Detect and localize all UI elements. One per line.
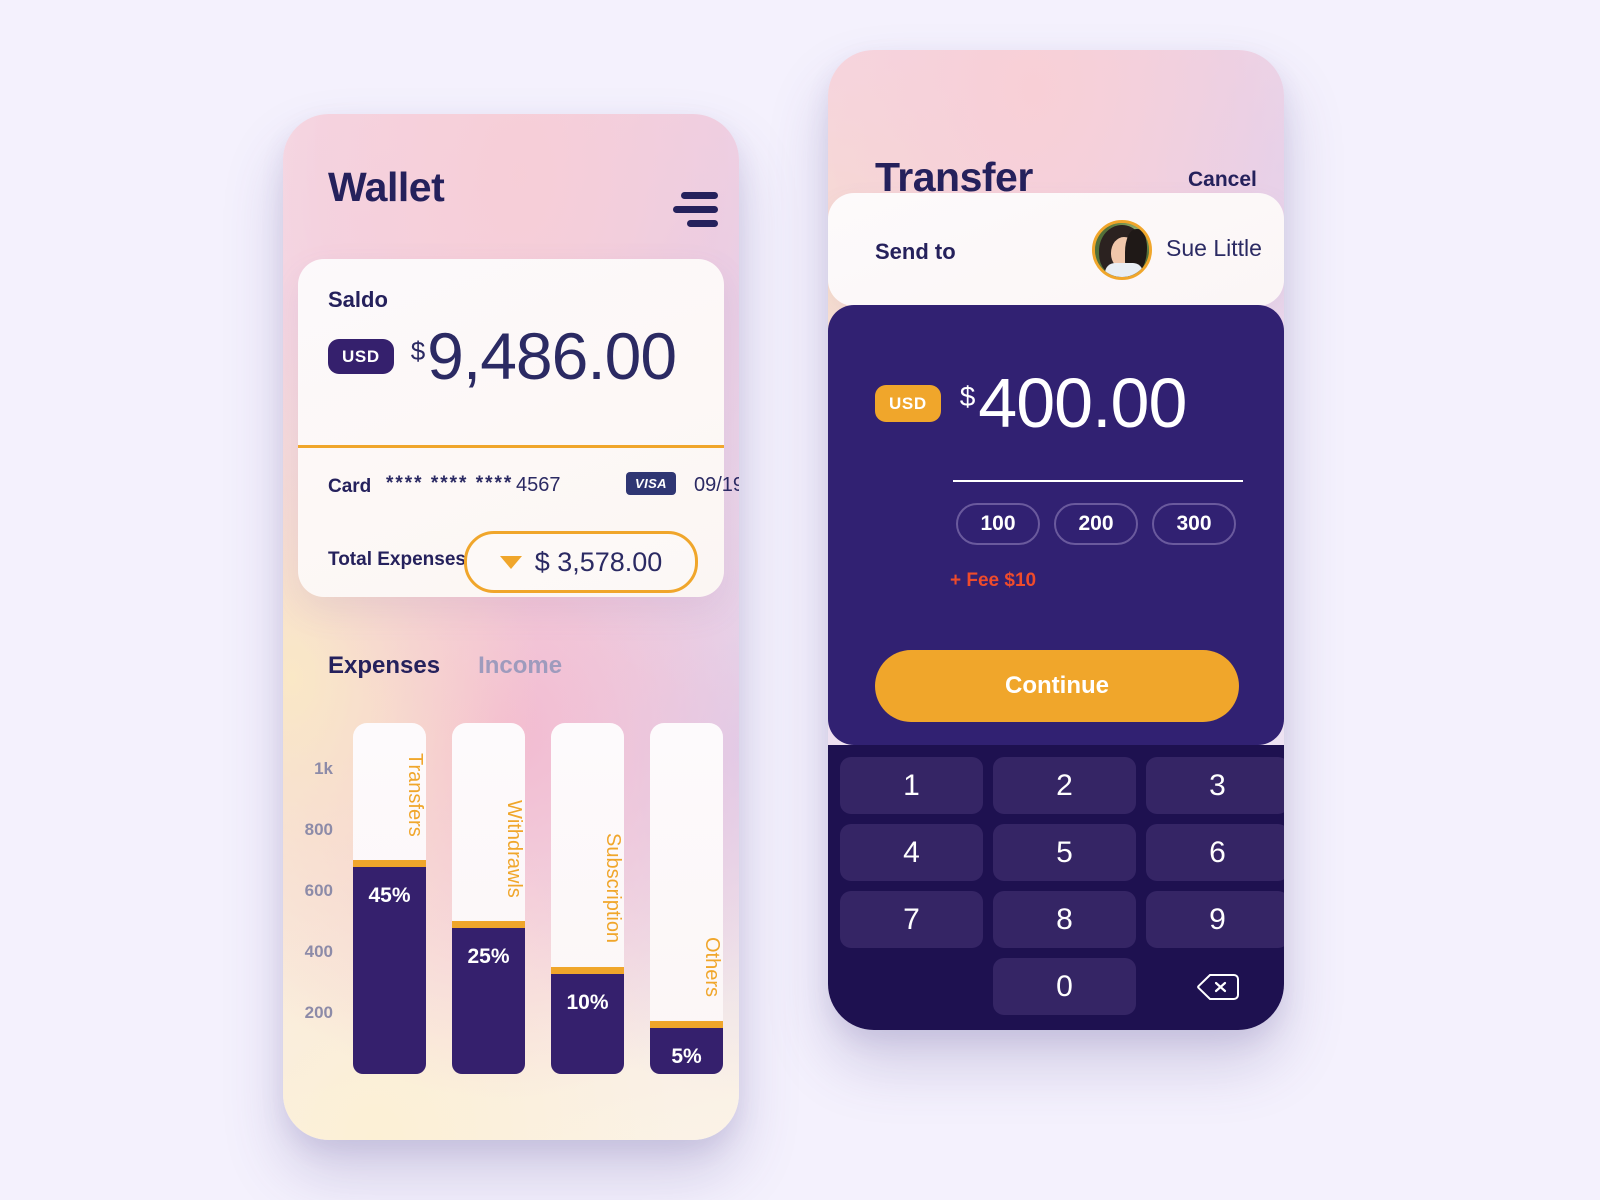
balance-value: 9,486.00 — [427, 319, 677, 393]
card-label: Card — [328, 476, 372, 497]
quick-amount-300[interactable]: 300 — [1152, 503, 1236, 545]
bar-value-label: 25% — [467, 945, 510, 969]
quick-amount-200[interactable]: 200 — [1054, 503, 1138, 545]
page-title: Wallet — [328, 164, 445, 210]
balance-amount: $ 9,486.00 — [410, 319, 677, 393]
keypad-key-2[interactable]: 2 — [993, 757, 1136, 814]
bar-category-label: Subscription — [602, 833, 624, 944]
recipient-name: Sue Little — [1166, 235, 1262, 261]
bar-category-label: Transfers — [404, 752, 426, 837]
keypad-key-1[interactable]: 1 — [840, 757, 983, 814]
backspace-icon — [1196, 973, 1239, 1000]
card-expiry: 09/19 — [694, 474, 739, 496]
send-to-label: Send to — [875, 239, 956, 264]
currency-symbol: $ — [959, 381, 976, 412]
bar-value-label: 45% — [368, 884, 411, 908]
caret-down-icon — [499, 555, 522, 569]
expenses-bar-chart: 1k 800 600 400 200 Transfers 45% Withdrawls 25% S… — [283, 708, 739, 1080]
y-axis-tick: 800 — [304, 819, 333, 839]
hamburger-line-1 — [681, 192, 718, 199]
currency-badge[interactable]: USD — [328, 338, 394, 374]
amount-card: USD $ 400.00 100 200 300 + Fee $10 Conti… — [828, 305, 1284, 745]
keypad-key-3[interactable]: 3 — [1146, 757, 1284, 814]
total-expenses-row: Total Expenses $ 3,578.00 — [328, 531, 700, 593]
keypad-key-4[interactable]: 4 — [840, 824, 983, 881]
amount-value-text: 400.00 — [978, 364, 1187, 442]
total-expenses-label: Total Expenses — [328, 549, 466, 570]
tab-expenses[interactable]: Expenses — [328, 652, 440, 680]
keypad-backspace-button[interactable] — [1146, 958, 1284, 1015]
bar-fill[interactable] — [551, 967, 624, 1074]
wallet-screen: Wallet Saldo USD $ 9,486.00 Card **** **… — [283, 114, 739, 1140]
bar-value-label: 10% — [566, 991, 609, 1015]
currency-symbol: $ — [410, 336, 426, 366]
amount-underline — [953, 480, 1243, 482]
card-number-mask: **** **** **** — [386, 473, 514, 494]
amount-display[interactable]: $ 400.00 — [959, 364, 1188, 442]
keypad-key-7[interactable]: 7 — [840, 891, 983, 948]
y-axis-tick: 1k — [314, 758, 333, 778]
send-to-card[interactable]: Send to Sue Little — [828, 193, 1284, 306]
hamburger-menu-icon[interactable] — [673, 192, 718, 228]
keypad-key-5[interactable]: 5 — [993, 824, 1136, 881]
avatar[interactable] — [1092, 220, 1152, 280]
y-axis-tick: 600 — [304, 880, 333, 900]
keypad-key-8[interactable]: 8 — [993, 891, 1136, 948]
keypad-spacer — [840, 958, 983, 1015]
tab-income[interactable]: Income — [478, 652, 562, 680]
y-axis-tick: 200 — [304, 1002, 333, 1022]
hamburger-line-2 — [673, 206, 718, 213]
visa-badge: VISA — [626, 472, 676, 495]
balance-card: Saldo USD $ 9,486.00 Card **** **** ****… — [298, 259, 739, 597]
bar-category-label: Withdrawls — [503, 799, 525, 898]
balance-label: Saldo — [328, 287, 388, 312]
fee-text: + Fee $10 — [950, 570, 1037, 591]
chart-tabs: Expenses Income — [328, 652, 562, 680]
amount-row: USD $ 400.00 — [875, 364, 1188, 442]
divider — [298, 445, 724, 448]
keypad-key-6[interactable]: 6 — [1146, 824, 1284, 881]
bar-value-label: 5% — [671, 1044, 702, 1068]
canvas: Wallet Saldo USD $ 9,486.00 Card **** **… — [0, 0, 1600, 1200]
quick-amount-chips: 100 200 300 — [956, 503, 1236, 545]
quick-amount-100[interactable]: 100 — [956, 503, 1040, 545]
balance-row: USD $ 9,486.00 — [328, 319, 677, 393]
keypad-key-9[interactable]: 9 — [1146, 891, 1284, 948]
total-expenses-value: $ 3,578.00 — [534, 546, 663, 577]
card-row: Card **** **** **** 4567 VISA 09/19 — [328, 467, 739, 507]
keypad-key-0[interactable]: 0 — [993, 958, 1136, 1015]
hamburger-line-3 — [687, 220, 718, 227]
card-last-four: 4567 — [516, 474, 561, 496]
bar-fill[interactable] — [452, 921, 525, 1074]
avatar-shirt — [1105, 263, 1143, 277]
y-axis-tick: 400 — [304, 941, 333, 961]
total-expenses-dropdown[interactable]: $ 3,578.00 — [464, 531, 698, 593]
bar-category-label: Others — [701, 936, 723, 997]
transfer-screen: Transfer Cancel Send to Sue Little USD $… — [828, 50, 1284, 1030]
cancel-button[interactable]: Cancel — [1188, 168, 1257, 192]
numeric-keypad: 123 456 7890 — [828, 745, 1284, 1030]
currency-badge[interactable]: USD — [875, 384, 941, 422]
continue-button[interactable]: Continue — [875, 650, 1239, 722]
